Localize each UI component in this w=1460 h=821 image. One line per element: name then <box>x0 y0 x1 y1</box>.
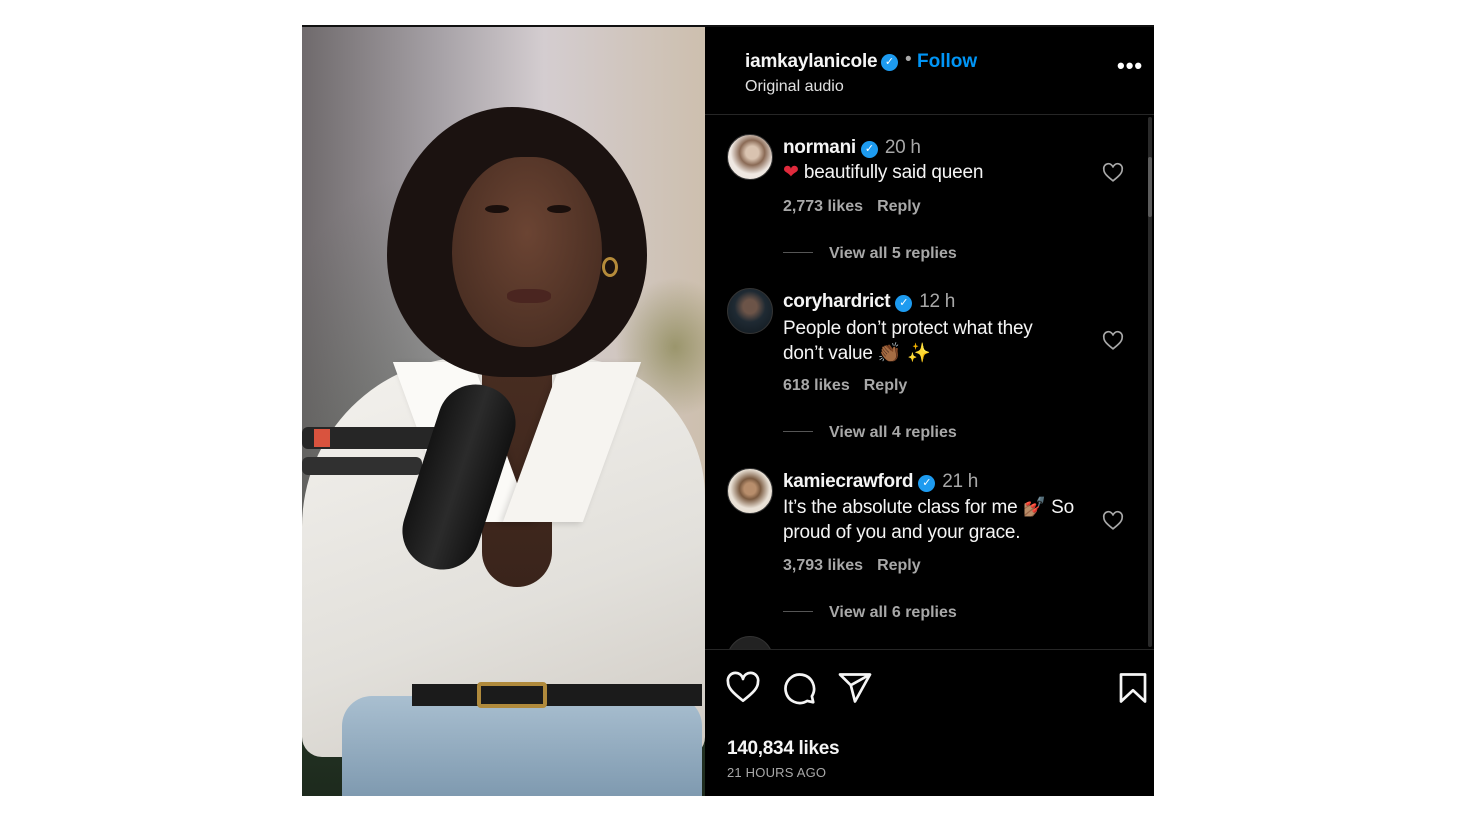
video-eye-left <box>485 205 509 213</box>
video-mic-ring <box>314 429 330 447</box>
post-header: iamkaylanicole ✓ • Follow Original audio… <box>705 27 1154 115</box>
video-earring <box>602 257 618 277</box>
send-icon[interactable] <box>837 670 873 706</box>
more-options-icon[interactable]: ••• <box>1117 53 1143 79</box>
replies-divider <box>783 252 813 253</box>
comment-username[interactable]: kamiecrawford ✓ 21 h <box>783 471 978 493</box>
comment-body-line1: It’s the absolute class for me 💅🏽 So <box>783 495 1093 520</box>
comments-list: normani ✓ 20 h ❤ beautifully said queen … <box>705 116 1154 650</box>
comment-username[interactable]: normani ✓ 20 h <box>783 137 921 159</box>
view-replies-label: View all 6 replies <box>829 604 957 621</box>
view-replies-label: View all 5 replies <box>829 245 957 262</box>
heart-icon[interactable] <box>1102 510 1124 532</box>
header-separator: • <box>905 49 912 70</box>
author-username[interactable]: iamkaylanicole <box>745 51 878 73</box>
verified-badge-icon: ✓ <box>881 54 898 71</box>
comment-body-line1: People don’t protect what they <box>783 318 1033 339</box>
comment-icon[interactable] <box>781 670 817 706</box>
comment-meta: 3,793 likes Reply <box>783 557 921 575</box>
comment-time: 20 h <box>884 137 921 158</box>
video-mic-arm-lower <box>302 457 422 475</box>
comment-username-text[interactable]: normani <box>783 137 856 158</box>
follow-button[interactable]: Follow <box>917 51 977 73</box>
reply-button[interactable]: Reply <box>864 377 908 394</box>
comment-username-text[interactable]: kamiecrawford <box>783 471 914 492</box>
reply-button[interactable]: Reply <box>877 198 921 215</box>
comment-likes[interactable]: 3,793 likes <box>783 557 863 574</box>
video-jeans <box>342 696 702 796</box>
video-eye-right <box>547 205 571 213</box>
avatar[interactable] <box>727 468 773 514</box>
post-timestamp: 21 HOURS AGO <box>727 765 827 780</box>
post-actions: 140,834 likes 21 HOURS AGO <box>705 649 1154 798</box>
view-replies-button[interactable]: View all 5 replies <box>783 245 957 263</box>
comment-meta: 2,773 likes Reply <box>783 198 921 216</box>
avatar[interactable] <box>727 134 773 180</box>
instagram-post: iamkaylanicole ✓ • Follow Original audio… <box>302 25 1154 796</box>
video-belt-buckle <box>477 682 547 708</box>
comment-likes[interactable]: 2,773 likes <box>783 198 863 215</box>
view-replies-label: View all 4 replies <box>829 424 957 441</box>
comment-time: 21 h <box>942 471 978 492</box>
comment-meta: 618 likes Reply <box>783 377 907 395</box>
video-belt <box>412 684 702 706</box>
comment-body-line2: don’t value 👏🏾 ✨ <box>783 341 1083 366</box>
video-face <box>452 157 602 347</box>
post-sidebar: iamkaylanicole ✓ • Follow Original audio… <box>705 27 1154 796</box>
comment-body: beautifully said queen <box>803 162 984 183</box>
comment-username-text[interactable]: coryhardrict <box>783 291 891 312</box>
comment-body-line2: proud of you and your grace. <box>783 522 1021 543</box>
comment-emoji: 💅🏽 <box>1022 496 1047 518</box>
view-replies-button[interactable]: View all 4 replies <box>783 424 957 442</box>
view-replies-button[interactable]: View all 6 replies <box>783 604 957 622</box>
comment-username[interactable]: coryhardrict ✓ 12 h <box>783 291 955 313</box>
comment-likes[interactable]: 618 likes <box>783 377 850 394</box>
comment-body-line1-text: It’s the absolute class for me <box>783 497 1018 518</box>
post-video[interactable] <box>302 27 705 796</box>
avatar[interactable] <box>727 288 773 334</box>
avatar[interactable] <box>727 636 773 650</box>
comment-emoji: 👏🏾 ✨ <box>877 342 931 364</box>
comment-body-line1-end: So <box>1051 497 1074 518</box>
total-likes[interactable]: 140,834 likes <box>727 738 840 760</box>
verified-badge-icon: ✓ <box>860 141 878 158</box>
heart-icon[interactable] <box>1102 330 1124 352</box>
original-audio-link[interactable]: Original audio <box>745 78 844 96</box>
comment-text: People don’t protect what they don’t val… <box>783 316 1083 366</box>
heart-icon[interactable] <box>725 670 761 706</box>
bookmark-icon[interactable] <box>1115 670 1151 706</box>
video-lips <box>507 289 551 303</box>
comment-time: 12 h <box>919 291 956 312</box>
verified-badge-icon: ✓ <box>918 475 936 492</box>
verified-badge-icon: ✓ <box>895 295 913 312</box>
comment-text: ❤ beautifully said queen <box>783 160 1083 185</box>
replies-divider <box>783 431 813 432</box>
heart-emoji: ❤ <box>783 161 799 183</box>
comment-body-line2-text: don’t value <box>783 343 873 364</box>
replies-divider <box>783 611 813 612</box>
heart-icon[interactable] <box>1102 162 1124 184</box>
comment-text: It’s the absolute class for me 💅🏽 So pro… <box>783 495 1093 545</box>
reply-button[interactable]: Reply <box>877 557 921 574</box>
